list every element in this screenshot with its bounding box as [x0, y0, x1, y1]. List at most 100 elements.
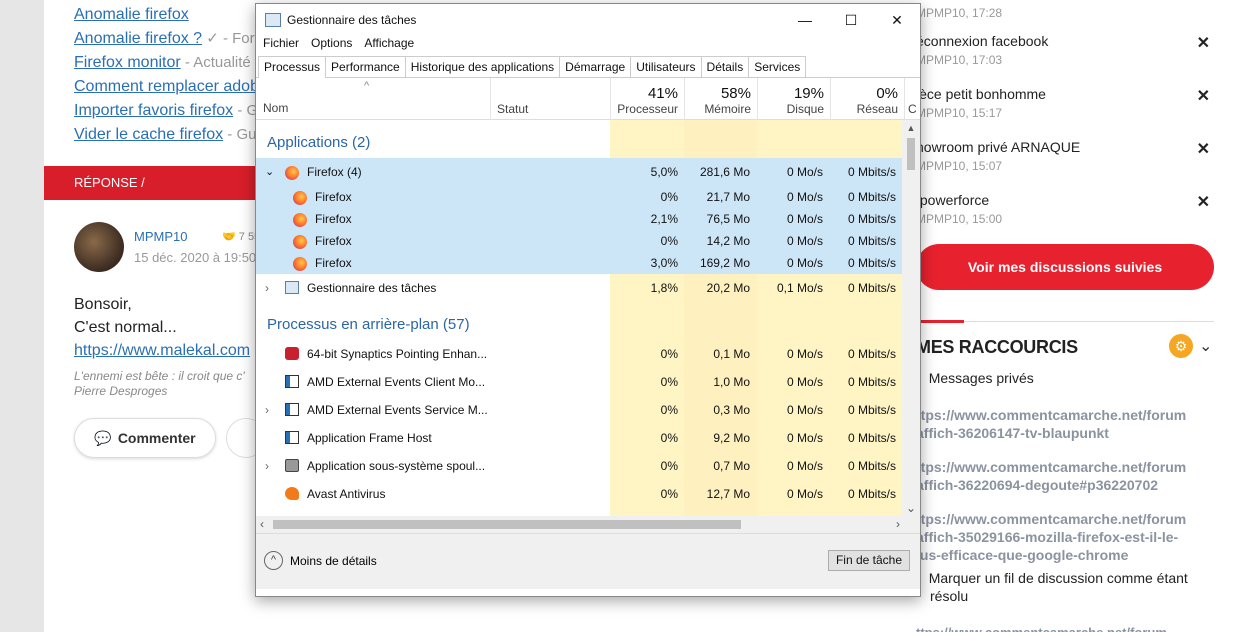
discussion-title[interactable]: ièce petit bonhomme	[916, 86, 1216, 102]
column-cpu[interactable]: 41% Processeur	[610, 78, 684, 120]
gear-icon[interactable]: ⚙	[1169, 334, 1193, 358]
related-link[interactable]: Vider le cache firefox	[74, 126, 223, 143]
chevron-up-icon[interactable]: ^	[264, 551, 283, 570]
column-network[interactable]: 0% Réseau	[830, 78, 904, 120]
scroll-down-icon[interactable]: ⌄	[902, 500, 920, 516]
scroll-left-icon[interactable]: ‹	[260, 516, 264, 533]
net-value: 0 Mbits/s	[847, 375, 896, 389]
divider	[964, 321, 1214, 322]
tab-demarrage[interactable]: Démarrage	[559, 56, 632, 77]
post-link[interactable]: https://www.malekal.com	[74, 342, 250, 359]
title-bar[interactable]: Gestionnaire des tâches — ☐ ✕	[256, 4, 920, 36]
discussion-item[interactable]: howroom privé ARNAQUE MPMP10, 15:07 ✕	[916, 139, 1216, 173]
shortcut-label[interactable]: Messages privés	[929, 370, 1034, 386]
related-link[interactable]: Anomalie firefox ?	[74, 30, 202, 47]
disk-total: 19%	[793, 85, 824, 102]
sort-arrow-icon: ^	[364, 80, 370, 92]
chevron-right-icon[interactable]: ›	[265, 281, 269, 295]
tab-performance[interactable]: Performance	[325, 56, 406, 77]
menu-options[interactable]: Options	[311, 36, 352, 56]
firefox-icon	[285, 166, 299, 180]
discussion-item[interactable]: tpowerforce MPMP10, 15:00 ✕	[916, 192, 1216, 226]
less-details-toggle[interactable]: ^ Moins de détails	[264, 551, 377, 570]
related-link[interactable]: Importer favoris firefox	[74, 102, 233, 119]
disk-value: 0 Mo/s	[786, 234, 823, 248]
discussion-title[interactable]: howroom privé ARNAQUE	[916, 139, 1216, 155]
firefox-icon	[293, 213, 307, 227]
shortcut-link-line[interactable]: ttps://www.commentcamarche.net/forum	[916, 510, 1206, 528]
discussion-item[interactable]: éconnexion facebook MPMP10, 17:03 ✕	[916, 33, 1216, 67]
shortcut-link[interactable]: ttps://www.commentcamarche.net/forum affi…	[916, 458, 1206, 494]
related-link[interactable]: Anomalie firefox	[74, 6, 189, 23]
shortcut-link-line[interactable]: affich-35029166-mozilla-firefox-est-il-l…	[916, 528, 1206, 546]
menu-affichage[interactable]: Affichage	[364, 36, 414, 56]
scroll-right-icon[interactable]: ›	[896, 516, 900, 533]
shortcut-link[interactable]: ttps://www.commentcamarche.net/forum	[916, 624, 1206, 632]
tab-processus[interactable]: Processus	[258, 56, 327, 78]
mem-label: Mémoire	[704, 102, 751, 116]
mem-value: 0,1 Mo	[713, 347, 750, 361]
chevron-down-icon[interactable]: ⌄	[1199, 336, 1212, 356]
close-button[interactable]: ✕	[874, 4, 920, 36]
less-details-label[interactable]: Moins de détails	[290, 554, 377, 568]
tab-services[interactable]: Services	[748, 56, 807, 77]
close-icon[interactable]: ✕	[1197, 192, 1210, 212]
tab-historique[interactable]: Historique des applications	[404, 56, 561, 77]
disk-value: 0 Mo/s	[786, 165, 823, 179]
maximize-button[interactable]: ☐	[828, 4, 874, 36]
chevron-right-icon[interactable]: ›	[265, 459, 269, 473]
comment-button[interactable]: 💬 Commenter	[74, 418, 216, 458]
column-cut-label: C	[908, 102, 917, 116]
column-memory[interactable]: 58% Mémoire	[684, 78, 757, 120]
column-gpu[interactable]: C	[904, 78, 920, 120]
shortcut-link-line[interactable]: affich-36206147-tv-blaupunkt	[916, 424, 1206, 442]
cpu-value: 0%	[660, 459, 678, 473]
signature-line: L'ennemi est bête : il croit que c'	[74, 369, 245, 383]
column-status[interactable]: Statut	[490, 78, 610, 120]
related-link[interactable]: Firefox monitor	[74, 54, 181, 71]
scroll-up-icon[interactable]: ▲	[902, 120, 920, 136]
shortcut-link[interactable]: ttps://www.commentcamarche.net/forum affi…	[916, 406, 1206, 442]
column-status-label: Statut	[497, 102, 529, 116]
app-window-icon	[285, 403, 299, 416]
post-body: Bonsoir, C'est normal... https://www.mal…	[74, 293, 250, 362]
shortcut-item[interactable]: • Messages privés	[916, 369, 1034, 387]
column-name[interactable]: Nom	[263, 101, 288, 115]
vertical-scrollbar[interactable]: ▲ ⌄	[902, 120, 920, 516]
chevron-down-icon[interactable]: ⌄	[265, 165, 274, 178]
net-value: 0 Mbits/s	[847, 212, 896, 226]
close-icon[interactable]: ✕	[1197, 33, 1210, 53]
task-manager-icon	[285, 281, 299, 294]
discussion-title[interactable]: éconnexion facebook	[916, 33, 1216, 49]
end-task-button[interactable]: Fin de tâche	[828, 550, 910, 571]
related-link[interactable]: Comment remplacer adob	[74, 78, 259, 95]
shortcut-link-line[interactable]: ttps://www.commentcamarche.net/forum	[916, 458, 1206, 476]
avatar[interactable]	[74, 222, 124, 272]
shortcut-link[interactable]: ttps://www.commentcamarche.net/forum affi…	[916, 510, 1206, 564]
shortcut-link-line[interactable]: ttps://www.commentcamarche.net/forum	[916, 406, 1206, 424]
shortcut-link-line[interactable]: affich-36220694-degoute#p36220702	[916, 476, 1206, 494]
cpu-total: 41%	[647, 85, 678, 102]
h-scroll-thumb[interactable]	[273, 520, 741, 529]
mem-value: 9,2 Mo	[713, 431, 750, 445]
net-value: 0 Mbits/s	[847, 431, 896, 445]
close-icon[interactable]: ✕	[1197, 86, 1210, 106]
shortcut-label[interactable]: Marquer un fil de discussion comme étant	[929, 570, 1188, 586]
discussion-item[interactable]: ièce petit bonhomme MPMP10, 15:17 ✕	[916, 86, 1216, 120]
horizontal-scrollbar[interactable]: ‹ ›	[256, 516, 920, 533]
section-accent	[916, 320, 964, 323]
shortcut-label[interactable]: résolu	[916, 588, 968, 604]
menu-fichier[interactable]: Fichier	[263, 36, 299, 56]
follow-discussions-button[interactable]: Voir mes discussions suivies	[916, 244, 1214, 290]
close-icon[interactable]: ✕	[1197, 139, 1210, 159]
shortcut-link-line[interactable]: lus-efficace-que-google-chrome	[916, 546, 1206, 564]
chevron-right-icon[interactable]: ›	[265, 403, 269, 417]
discussion-title[interactable]: tpowerforce	[916, 192, 1216, 208]
username[interactable]: MPMP10	[134, 229, 187, 244]
minimize-button[interactable]: —	[782, 4, 828, 36]
scroll-thumb[interactable]	[907, 138, 915, 170]
tab-details[interactable]: Détails	[700, 56, 750, 77]
shortcut-item[interactable]: • Marquer un fil de discussion comme éta…	[916, 569, 1206, 605]
column-disk[interactable]: 19% Disque	[757, 78, 830, 120]
tab-utilisateurs[interactable]: Utilisateurs	[630, 56, 702, 77]
